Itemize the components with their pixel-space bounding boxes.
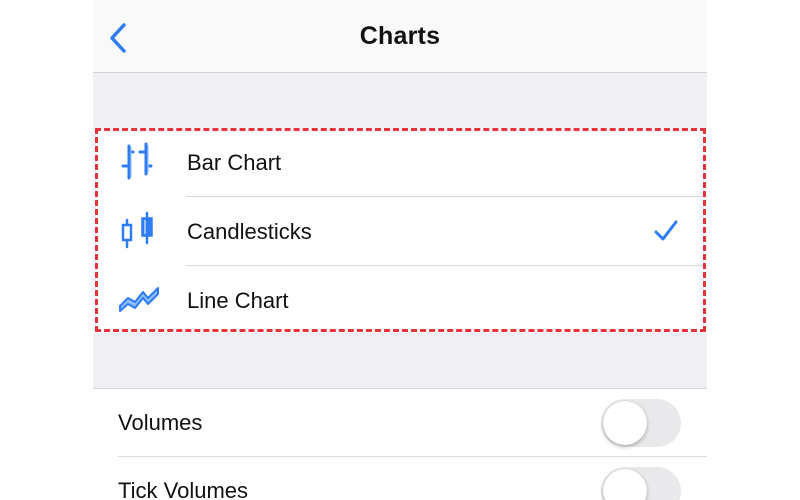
chart-type-list: Bar Chart Candlesticks Line Chart <box>93 128 707 333</box>
candlesticks-icon <box>121 211 153 249</box>
chart-type-bar-chart[interactable]: Bar Chart <box>93 128 707 197</box>
page-title: Charts <box>359 22 441 50</box>
volumes-row: Volumes <box>93 389 707 457</box>
chart-type-label: Bar Chart <box>187 149 282 175</box>
line-chart-icon <box>119 287 159 312</box>
toggle-knob <box>603 469 647 500</box>
tick-volumes-label: Tick Volumes <box>118 478 249 500</box>
chart-type-label: Candlesticks <box>187 218 312 244</box>
tick-volumes-row: Tick Volumes <box>93 457 707 500</box>
display-options-list: Volumes Tick Volumes <box>93 388 707 500</box>
charts-settings-screen: Charts Bar Chart Candlesticks Line Chart… <box>93 0 707 500</box>
chart-type-candlesticks[interactable]: Candlesticks <box>93 197 707 266</box>
checkmark-icon <box>654 220 678 241</box>
bar-chart-icon <box>121 142 153 180</box>
navigation-bar: Charts <box>93 0 707 73</box>
chart-type-label: Line Chart <box>187 287 289 313</box>
tick-volumes-toggle[interactable] <box>601 467 681 500</box>
chart-type-line-chart[interactable]: Line Chart <box>93 266 707 335</box>
toggle-knob <box>603 401 647 445</box>
volumes-toggle[interactable] <box>601 399 681 447</box>
volumes-label: Volumes <box>118 410 203 435</box>
